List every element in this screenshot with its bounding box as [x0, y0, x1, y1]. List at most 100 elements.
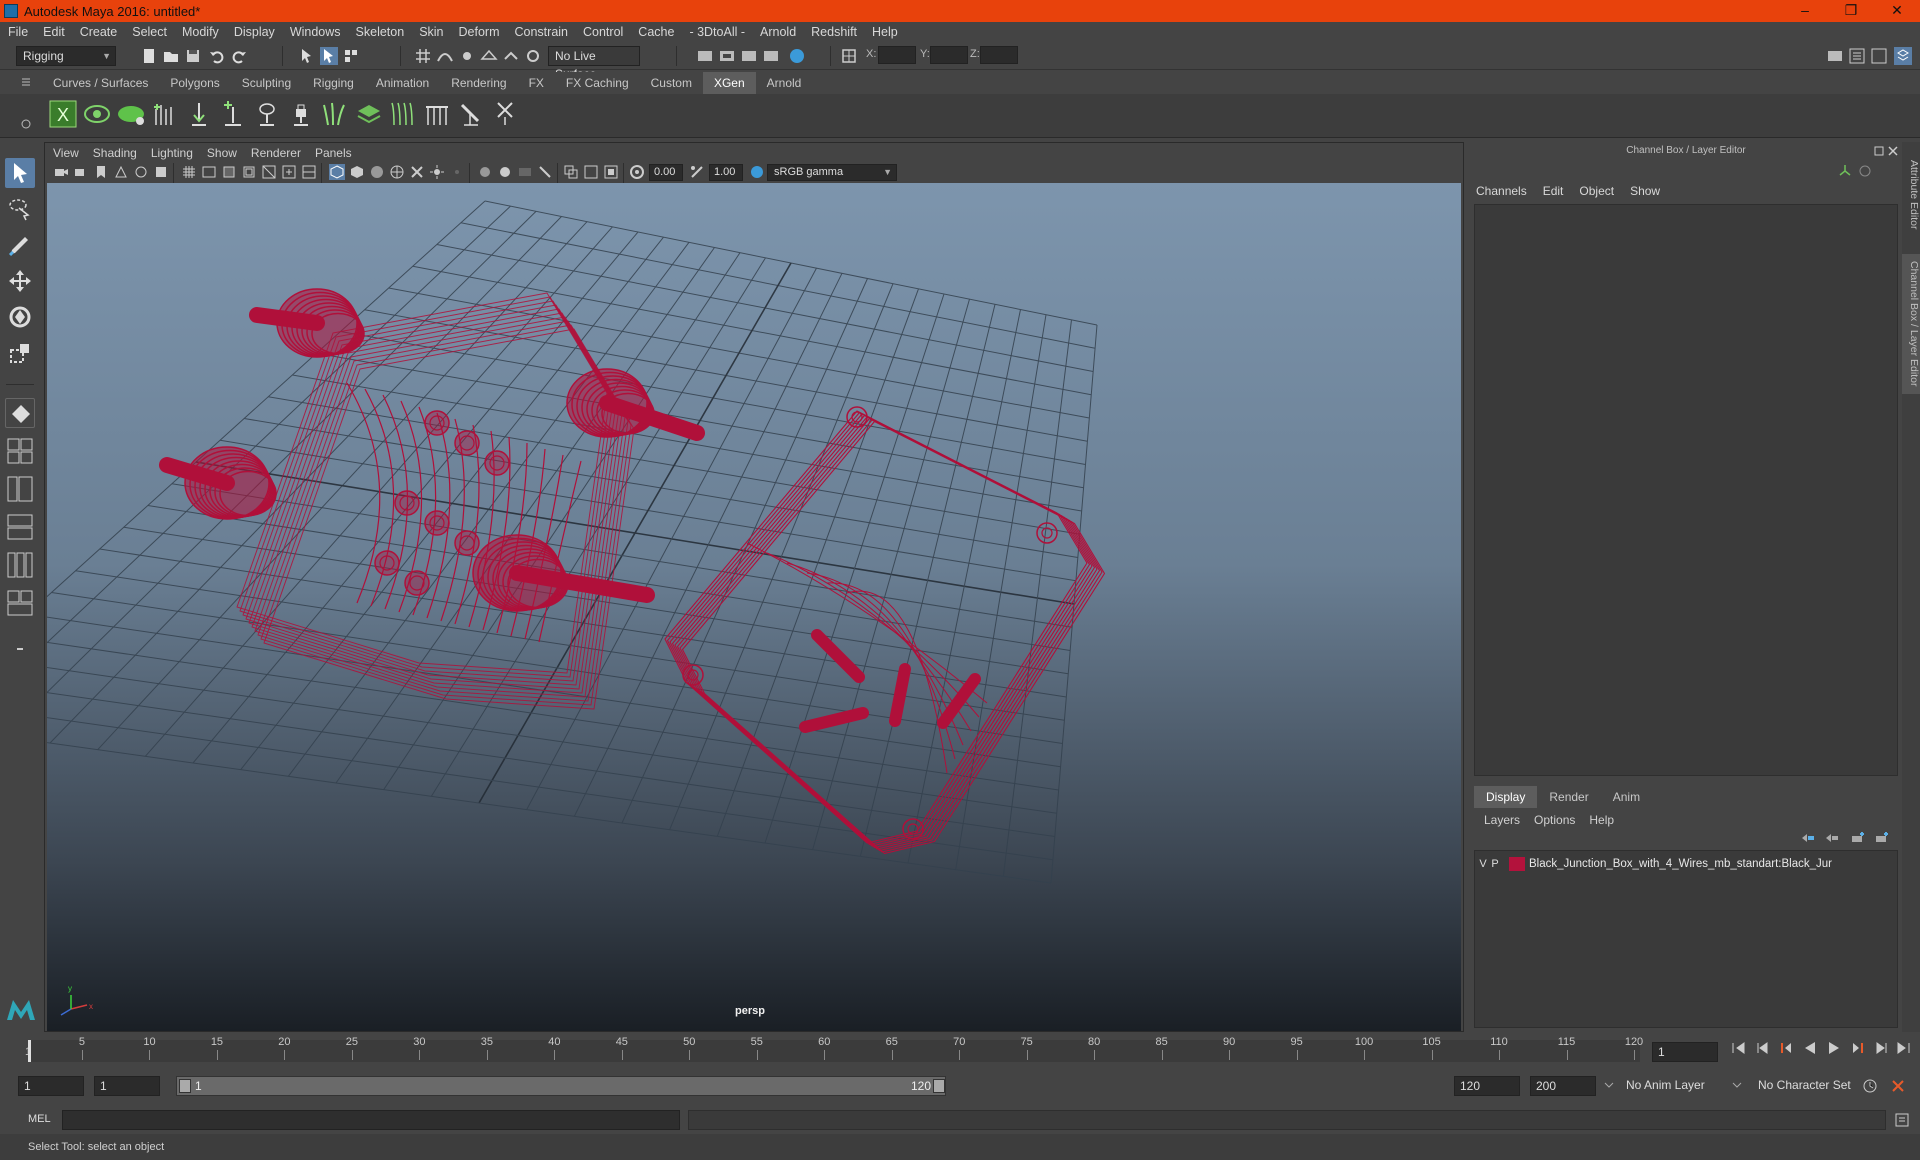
snap-surface-icon[interactable]: [502, 47, 520, 65]
wireframe-on-shaded-icon[interactable]: [281, 164, 297, 180]
playback-start-field[interactable]: 1: [94, 1076, 160, 1096]
shelf-tab-arnold[interactable]: Arnold: [756, 72, 813, 94]
menu-windows[interactable]: Windows: [290, 25, 341, 39]
ipr-render-icon[interactable]: [740, 47, 758, 65]
shelf-settings-icon[interactable]: [20, 118, 32, 130]
cb-menu-object[interactable]: Object: [1579, 184, 1614, 198]
move-layer-up-icon[interactable]: [1800, 832, 1816, 844]
close-panel-icon[interactable]: [1888, 146, 1898, 156]
xray-icon[interactable]: [563, 164, 579, 180]
channel-box-body[interactable]: [1474, 204, 1898, 776]
channel-box-tab[interactable]: Channel Box / Layer Editor: [1902, 254, 1920, 394]
use-all-lights-icon[interactable]: [409, 164, 425, 180]
play-forwards-icon[interactable]: [1826, 1040, 1842, 1056]
layer-name[interactable]: Black_Junction_Box_with_4_Wires_mb_stand…: [1529, 858, 1832, 870]
wireframe-icon[interactable]: [261, 164, 277, 180]
bookmark-icon[interactable]: [73, 164, 89, 180]
cb-menu-show[interactable]: Show: [1630, 184, 1660, 198]
manipulator-icon[interactable]: [1838, 164, 1852, 178]
render-view-icon[interactable]: [696, 47, 714, 65]
exposure-field[interactable]: 0.00: [649, 164, 683, 181]
field-chart-icon[interactable]: [221, 164, 237, 180]
curves-icon[interactable]: [388, 99, 418, 129]
menu-skin[interactable]: Skin: [419, 25, 443, 39]
viewport-menu-show[interactable]: Show: [207, 143, 237, 163]
open-scene-icon[interactable]: [162, 47, 180, 65]
view-transform-dropdown[interactable]: sRGB gamma ▼: [767, 164, 897, 181]
float-panel-icon[interactable]: [1874, 146, 1884, 156]
step-forward-key-icon[interactable]: [1874, 1040, 1890, 1056]
layer-menu-help[interactable]: Help: [1589, 810, 1614, 830]
menu-deform[interactable]: Deform: [459, 25, 500, 39]
x-coord-field[interactable]: [878, 46, 916, 64]
transform-constraint-icon[interactable]: [840, 47, 858, 65]
layer-menu-options[interactable]: Options: [1534, 810, 1575, 830]
shelf-tab-xgen[interactable]: XGen: [702, 72, 756, 94]
shadows-icon[interactable]: [429, 164, 445, 180]
xray-joints-icon[interactable]: [301, 164, 317, 180]
menu-arnold[interactable]: Arnold: [760, 25, 796, 39]
play-backwards-icon[interactable]: [1802, 1040, 1818, 1056]
outliner-layout-icon[interactable]: [5, 474, 35, 504]
lasso-tool-icon[interactable]: [5, 194, 35, 224]
go-to-end-icon[interactable]: [1896, 1040, 1912, 1056]
hypershade-icon[interactable]: [788, 47, 806, 65]
shelf-tab-sculpting[interactable]: Sculpting: [231, 72, 302, 94]
auto-key-icon[interactable]: [1862, 1078, 1878, 1094]
sculpt-guide-icon[interactable]: [252, 99, 282, 129]
image-plane-icon[interactable]: [93, 164, 109, 180]
uv-editor-layout-icon[interactable]: [5, 588, 35, 618]
animation-end-field[interactable]: 200: [1530, 1076, 1596, 1096]
layer-color-swatch[interactable]: [1509, 857, 1525, 871]
move-tool-icon[interactable]: [5, 266, 35, 296]
chevron-down-icon[interactable]: [1732, 1080, 1742, 1090]
range-slider[interactable]: 1 120: [176, 1076, 946, 1096]
color-management-icon[interactable]: [749, 164, 765, 180]
snap-grid-icon[interactable]: [414, 47, 432, 65]
layer-tab-render[interactable]: Render: [1537, 786, 1600, 808]
layer-icon[interactable]: [354, 99, 384, 129]
cb-menu-edit[interactable]: Edit: [1543, 184, 1564, 198]
shelf-tab-rigging[interactable]: Rigging: [302, 72, 365, 94]
gate-mask-icon[interactable]: [153, 164, 169, 180]
menu-select[interactable]: Select: [132, 25, 167, 39]
character-set-dropdown[interactable]: No Character Set: [1752, 1076, 1864, 1096]
place-guide-icon[interactable]: [184, 99, 214, 129]
current-frame-field[interactable]: 1: [1652, 1042, 1718, 1062]
lock-length-icon[interactable]: [286, 99, 316, 129]
range-end-handle[interactable]: [933, 1079, 945, 1093]
select-hierarchy-icon[interactable]: [298, 47, 316, 65]
menu-control[interactable]: Control: [583, 25, 623, 39]
step-forward-frame-icon[interactable]: [1850, 1040, 1866, 1056]
depth-of-field-icon[interactable]: [517, 164, 533, 180]
step-back-key-icon[interactable]: [1754, 1040, 1770, 1056]
render-frame-icon[interactable]: [718, 47, 736, 65]
viewport-menu-view[interactable]: View: [53, 143, 79, 163]
xgen-preview-icon[interactable]: [82, 99, 112, 129]
speed-icon[interactable]: [1858, 164, 1872, 178]
maximize-button[interactable]: ❐: [1828, 0, 1874, 22]
y-coord-field[interactable]: [930, 46, 968, 64]
viewport-menu-lighting[interactable]: Lighting: [151, 143, 193, 163]
script-editor-icon[interactable]: [1894, 1112, 1910, 1128]
animation-preferences-icon[interactable]: [1890, 1078, 1906, 1094]
graph-editor-layout-icon[interactable]: [5, 512, 35, 542]
channel-box-toggle-icon[interactable]: [1894, 47, 1912, 65]
menuset-dropdown[interactable]: Rigging ▼: [16, 46, 116, 66]
shelf-tab-fx[interactable]: FX: [518, 72, 555, 94]
step-back-frame-icon[interactable]: [1778, 1040, 1794, 1056]
film-gate-icon[interactable]: [113, 164, 129, 180]
viewport-menu-renderer[interactable]: Renderer: [251, 143, 301, 163]
layer-playback-toggle[interactable]: P: [1489, 858, 1501, 870]
camera-attributes-icon[interactable]: [53, 164, 69, 180]
menu-cache[interactable]: Cache: [638, 25, 674, 39]
viewport-menu-shading[interactable]: Shading: [93, 143, 137, 163]
xgen-eye-icon[interactable]: [116, 99, 146, 129]
hypershade-layout-icon[interactable]: [5, 550, 35, 580]
menu-redshift[interactable]: Redshift: [811, 25, 857, 39]
gamma-icon[interactable]: [689, 164, 705, 180]
select-object-icon[interactable]: [320, 47, 338, 65]
single-perspective-layout-icon[interactable]: [5, 398, 35, 428]
safe-title-icon[interactable]: [241, 164, 257, 180]
layer-row[interactable]: V P Black_Junction_Box_with_4_Wires_mb_s…: [1477, 855, 1895, 873]
